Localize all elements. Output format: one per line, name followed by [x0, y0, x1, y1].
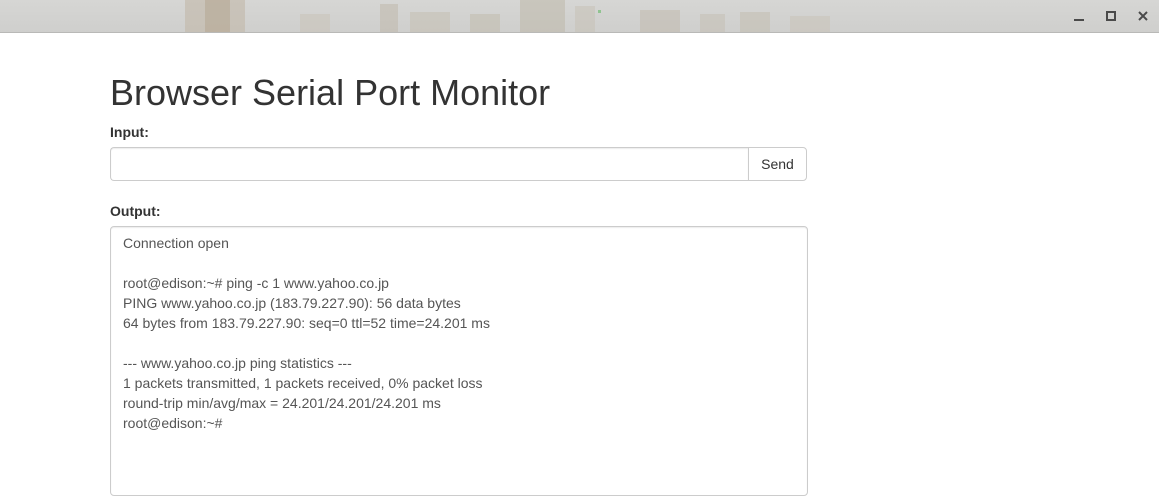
titlebar-skyline-background	[185, 0, 830, 32]
output-line: round-trip min/avg/max = 24.201/24.201/2…	[123, 395, 441, 411]
serial-input-field[interactable]	[110, 147, 748, 181]
output-line: 1 packets transmitted, 1 packets receive…	[123, 375, 483, 391]
minimize-icon	[1074, 19, 1084, 21]
page-title: Browser Serial Port Monitor	[110, 72, 551, 113]
output-line: PING www.yahoo.co.jp (183.79.227.90): 56…	[123, 295, 461, 311]
input-label: Input:	[110, 124, 149, 140]
close-button[interactable]	[1127, 0, 1159, 32]
output-textarea[interactable]: Connection open root@edison:~# ping -c 1…	[110, 226, 808, 496]
send-button[interactable]: Send	[748, 147, 807, 181]
output-line: root@edison:~#	[123, 415, 223, 431]
output-label: Output:	[110, 203, 161, 219]
window-titlebar[interactable]	[0, 0, 1159, 33]
minimize-button[interactable]	[1063, 0, 1095, 32]
output-line: --- www.yahoo.co.jp ping statistics ---	[123, 355, 352, 371]
output-line: 64 bytes from 183.79.227.90: seq=0 ttl=5…	[123, 315, 490, 331]
window-controls	[1063, 0, 1159, 32]
maximize-icon	[1106, 11, 1116, 21]
maximize-button[interactable]	[1095, 0, 1127, 32]
output-line: root@edison:~# ping -c 1 www.yahoo.co.jp	[123, 275, 389, 291]
close-icon	[1138, 11, 1148, 21]
output-line: Connection open	[123, 235, 229, 251]
input-group: Send	[110, 147, 807, 181]
